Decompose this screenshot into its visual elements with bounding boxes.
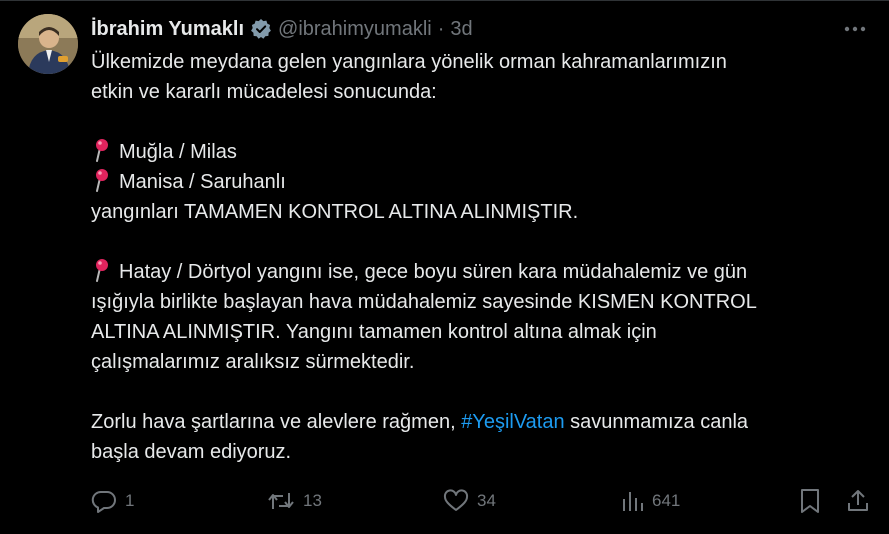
view-count: 641 — [652, 491, 681, 510]
user-handle[interactable]: @ibrahimyumakli — [278, 18, 432, 41]
retweet-count: 13 — [303, 491, 322, 510]
text-segment: savunmamıza canla — [564, 411, 749, 433]
more-options-icon[interactable] — [841, 17, 869, 41]
tweet-header: İbrahim Yumaklı @ibrahimyumakli · 3d — [91, 15, 473, 43]
reply-icon — [91, 489, 117, 513]
bookmark-icon — [799, 488, 821, 514]
heart-icon — [443, 489, 469, 513]
text-line: ALTINA ALINMIŞTIR. Yangını tamamen kontr… — [91, 321, 657, 343]
location-dortyol: Hatay / Dörtyol yangını ise, gece boyu s… — [119, 261, 748, 283]
text-line: başla devam ediyoruz. — [91, 441, 292, 463]
text-line: Zorlu hava şartlarına ve alevlere rağmen… — [91, 407, 871, 437]
text-line: çalışmalarımız aralıksız sürmektedir. — [91, 351, 415, 373]
timestamp[interactable]: 3d — [450, 18, 472, 41]
text-line: yangınları TAMAMEN KONTROL ALTINA ALINMI… — [91, 201, 579, 223]
tweet-actions: 1 13 34 641 — [91, 485, 871, 517]
share-button[interactable] — [846, 485, 870, 517]
text-line: Hatay / Dörtyol yangını ise, gece boyu s… — [91, 257, 871, 287]
avatar[interactable] — [18, 14, 78, 74]
reply-button[interactable]: 1 — [91, 485, 134, 517]
round-pushpin-icon — [91, 258, 113, 282]
location-saruhanli: Manisa / Saruhanlı — [119, 171, 286, 193]
hashtag-link[interactable]: #YeşilVatan — [461, 411, 564, 433]
verified-badge-icon — [250, 18, 272, 40]
round-pushpin-icon — [91, 168, 113, 192]
reply-count: 1 — [125, 491, 135, 510]
tweet-card[interactable]: İbrahim Yumaklı @ibrahimyumakli · 3d Ülk… — [0, 0, 889, 534]
views-bar-chart-icon — [620, 489, 644, 513]
separator-dot: · — [437, 17, 445, 40]
text-segment: Zorlu hava şartlarına ve alevlere rağmen… — [91, 411, 462, 433]
like-button[interactable]: 34 — [443, 485, 496, 517]
text-line: Ülkemizde meydana gelen yangınlara yönel… — [91, 51, 727, 73]
round-pushpin-icon — [91, 138, 113, 162]
display-name[interactable]: İbrahim Yumaklı — [91, 18, 244, 41]
tweet-text: Ülkemizde meydana gelen yangınlara yönel… — [91, 47, 871, 467]
text-line: Manisa / Saruhanlı — [91, 167, 871, 197]
retweet-button[interactable]: 13 — [267, 485, 322, 517]
location-milas: Muğla / Milas — [119, 141, 237, 163]
share-icon — [846, 488, 870, 514]
text-line: ışığıyla birlikte başlayan hava müdahale… — [91, 291, 757, 313]
bookmark-button[interactable] — [799, 485, 821, 517]
text-line: Muğla / Milas — [91, 137, 871, 167]
text-line: etkin ve kararlı mücadelesi sonucunda: — [91, 81, 437, 103]
retweet-icon — [267, 489, 295, 513]
like-count: 34 — [477, 491, 496, 510]
views-button[interactable]: 641 — [620, 485, 680, 517]
